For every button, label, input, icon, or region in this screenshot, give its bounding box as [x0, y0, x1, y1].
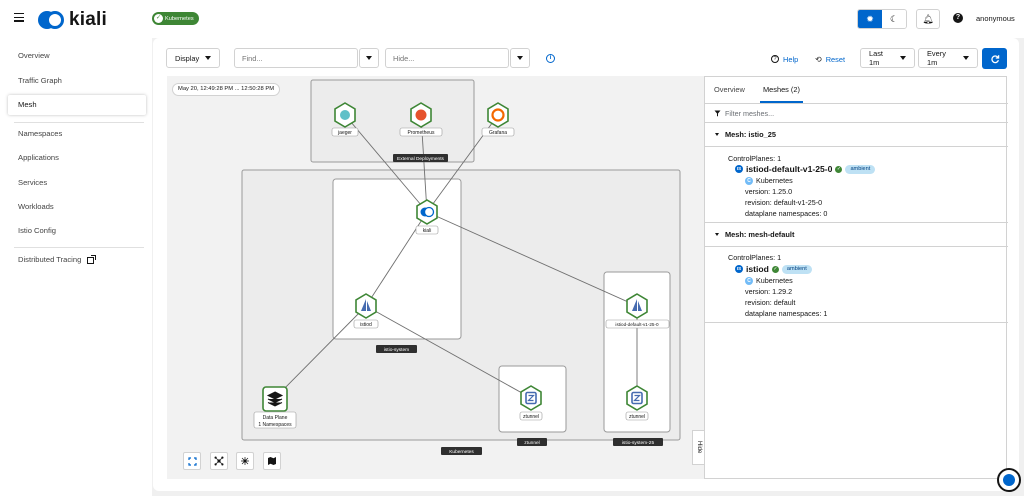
node-label-istiod-125: istiod-default-v1-25-0: [615, 322, 659, 327]
mesh-default-header[interactable]: Mesh: mesh-default: [705, 223, 1008, 247]
node-jaeger[interactable]: [334, 102, 356, 128]
layout-default-button[interactable]: [210, 452, 228, 470]
hide-panel-label: Hide: [696, 441, 702, 454]
ambient-label: ambient: [781, 264, 812, 274]
filter-meshes-placeholder: Filter meshes...: [725, 108, 775, 118]
filter-meshes-field[interactable]: Filter meshes...: [705, 103, 1008, 123]
node-label-jaeger: jaeger: [337, 130, 352, 136]
box-label-external: External Deployments: [397, 156, 445, 162]
dataplane-namespaces: dataplane namespaces: 1: [745, 309, 828, 318]
node-ztunnel-a[interactable]: [520, 385, 542, 411]
node-label-data-plane: Data Plane: [263, 415, 288, 421]
node-prometheus[interactable]: [410, 102, 432, 128]
node-data-plane[interactable]: [262, 386, 288, 412]
cluster-row: C Kubernetes: [745, 276, 793, 285]
chatbot-launcher-button[interactable]: [997, 468, 1021, 492]
cluster-name: Kubernetes: [756, 276, 793, 285]
cluster-row: C Kubernetes: [745, 176, 793, 185]
node-ztunnel-b[interactable]: [626, 385, 648, 411]
mesh-details-panel: Overview Meshes (2) Filter meshes... Mes…: [704, 76, 1008, 479]
layout-alternate-button[interactable]: [236, 452, 254, 470]
tab-label: Meshes (2): [763, 85, 800, 94]
node-label-prometheus: Prometheus: [408, 130, 435, 136]
jaeger-icon: [340, 110, 350, 120]
controlplane-revision: revision: default: [745, 298, 796, 307]
filter-icon: [714, 110, 721, 116]
node-label-istiod: istiod: [360, 322, 372, 328]
controlplane-name[interactable]: istiod: [746, 264, 769, 274]
controlplane-row: IS istiod ✓ ambient: [735, 264, 812, 274]
controlplane-revision: revision: default-v1-25-0: [745, 198, 823, 207]
box-label-kubernetes: Kubernetes: [449, 449, 474, 455]
tab-meshes[interactable]: Meshes (2): [760, 77, 803, 103]
node-label-kiali: kiali: [423, 228, 432, 234]
ambient-label: ambient: [845, 164, 876, 174]
node-kiali[interactable]: [416, 199, 438, 225]
healthy-check-icon: ✓: [835, 165, 843, 173]
istio-service-badge-icon: IS: [735, 265, 743, 273]
legend-button[interactable]: [263, 452, 281, 470]
tab-label: Overview: [714, 85, 745, 94]
box-label-ztunnel: ztunnel: [524, 440, 539, 446]
topology-icon: [214, 456, 224, 466]
box-label-istio-system: istio-system: [384, 347, 409, 353]
node-istiod[interactable]: [355, 293, 377, 319]
chatbot-icon: [1003, 474, 1015, 486]
node-label-ztunnel-a: ztunnel: [523, 414, 539, 420]
box-label-istio-system-25: istio-system-25: [622, 440, 655, 446]
node-label-grafana: Grafana: [489, 130, 507, 136]
kubernetes-cluster-badge-icon: C: [745, 276, 753, 285]
expand-icon: [187, 456, 197, 466]
controlplane-row: IS istiod-default-v1-25-0 ✓ ambient: [735, 164, 876, 174]
mesh-istio-25-header[interactable]: Mesh: istio_25: [705, 123, 1008, 147]
topology-alt-icon: [241, 457, 249, 465]
layers-icon: [266, 391, 284, 407]
graph-time-range: May 20, 12:49:28 PM ... 12:50:28 PM: [172, 83, 281, 96]
controlplanes-count: ControlPlanes: 1: [728, 154, 782, 163]
prometheus-icon: [415, 109, 427, 121]
controlplane-version: version: 1.29.2: [745, 287, 793, 296]
mesh-title: Mesh: mesh-default: [725, 230, 795, 239]
node-grafana[interactable]: [487, 102, 509, 128]
node-label-data-plane-sub: 1 Namespaces: [258, 422, 292, 428]
kubernetes-cluster-badge-icon: C: [745, 176, 753, 185]
dataplane-namespaces: dataplane namespaces: 0: [745, 209, 828, 218]
chevron-down-icon: [715, 133, 719, 136]
node-label-ztunnel-b: ztunnel: [629, 414, 645, 420]
healthy-check-icon: ✓: [771, 265, 779, 273]
map-icon: [268, 457, 276, 465]
node-istiod-125[interactable]: [626, 293, 648, 319]
controlplanes-count: ControlPlanes: 1: [728, 253, 782, 262]
cluster-name: Kubernetes: [756, 176, 793, 185]
tab-overview[interactable]: Overview: [714, 77, 745, 103]
controlplane-name[interactable]: istiod-default-v1-25-0: [746, 164, 832, 174]
controlplane-version: version: 1.25.0: [745, 187, 793, 196]
fit-to-screen-button[interactable]: [183, 452, 201, 470]
mesh-title: Mesh: istio_25: [725, 130, 776, 139]
istio-service-badge-icon: IS: [735, 165, 743, 173]
mesh-divider: [705, 322, 1008, 323]
chevron-down-icon: [715, 233, 719, 236]
